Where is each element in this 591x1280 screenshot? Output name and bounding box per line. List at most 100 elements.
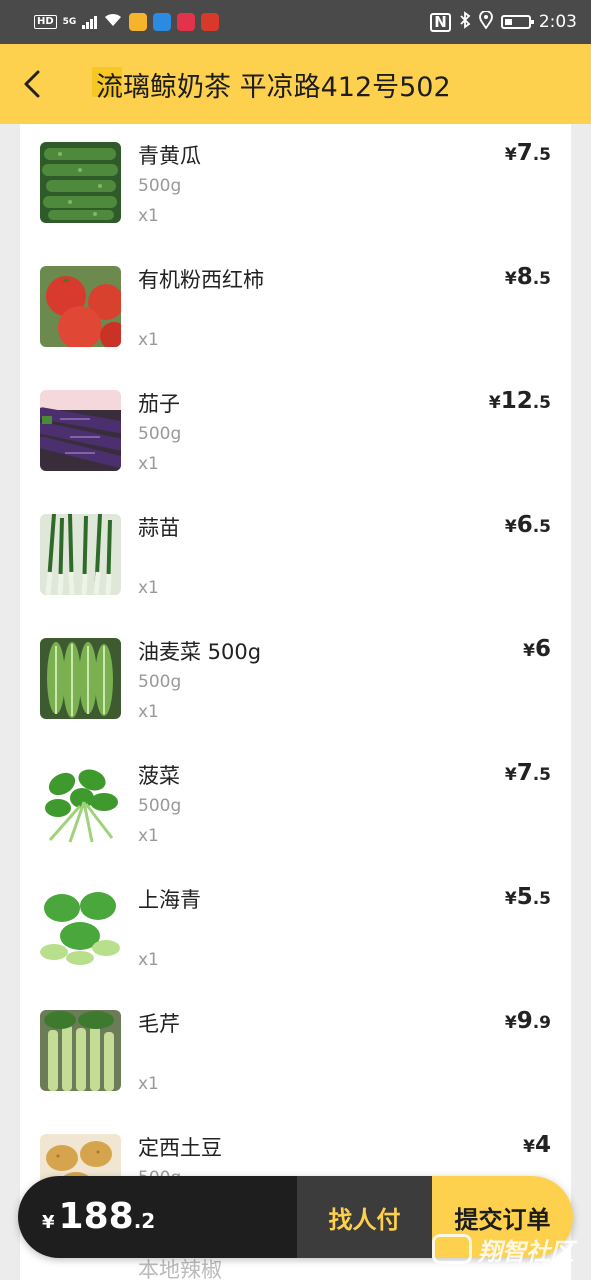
price-decimal: .9 [532, 1013, 551, 1033]
battery-icon [500, 15, 534, 29]
product-name: 油麦菜 500g [138, 640, 262, 664]
price-currency: ¥ [504, 269, 517, 289]
price-integer: 9 [516, 1008, 533, 1034]
watermark-logo-icon [432, 1234, 472, 1264]
price-decimal: .5 [532, 889, 551, 909]
total-currency: ¥ [42, 1212, 55, 1233]
price-integer: 7 [516, 140, 533, 166]
app-icon [153, 13, 172, 31]
product-quantity: x1 [138, 330, 159, 350]
page-title: 流 璃鲸奶茶 平凉路412号502 [92, 66, 451, 103]
price-integer: 6 [516, 512, 533, 538]
product-quantity: x1 [138, 1074, 159, 1094]
order-item[interactable]: 蒜苗 x1 ¥6.5 [20, 496, 571, 620]
product-name: 有机粉西红柿 [138, 268, 264, 292]
mail-icon [129, 13, 148, 31]
product-price: ¥9.9 [505, 1008, 551, 1034]
total-decimal: .2 [133, 1209, 156, 1233]
price-currency: ¥ [504, 889, 517, 909]
store-name: 璃鲸奶茶 平凉路412号502 [123, 71, 451, 103]
watermark: 翔智社区 IMBBS [432, 1226, 582, 1272]
product-image[interactable] [40, 638, 121, 719]
product-name: 茄子 [138, 392, 180, 416]
status-bar: HD 5G N 2:03 [0, 0, 591, 44]
order-item[interactable]: 毛芹 x1 ¥9.9 [20, 992, 571, 1116]
product-price: ¥7.5 [505, 760, 551, 786]
order-item[interactable]: 菠菜 500g x1 ¥7.5 [20, 744, 571, 868]
product-image[interactable] [40, 514, 121, 595]
product-name: 蒜苗 [138, 516, 180, 540]
product-image[interactable] [40, 1010, 121, 1091]
price-decimal: .5 [532, 765, 551, 785]
product-price: ¥12.5 [489, 388, 551, 414]
nfc-icon: N [430, 12, 451, 32]
product-image[interactable] [40, 886, 121, 967]
watermark-sub: IMBBS [514, 1262, 548, 1272]
price-currency: ¥ [504, 517, 517, 537]
price-currency: ¥ [523, 1137, 535, 1157]
back-button[interactable] [14, 64, 54, 104]
product-quantity: x1 [138, 578, 159, 598]
order-item[interactable]: 青黄瓜 500g x1 ¥7.5 [20, 124, 571, 248]
product-spec: 500g [138, 176, 182, 196]
price-currency: ¥ [488, 393, 501, 413]
product-price: ¥4 [523, 1132, 551, 1158]
clock: 2:03 [538, 12, 577, 32]
price-currency: ¥ [523, 641, 535, 661]
order-item[interactable]: 上海青 x1 ¥5.5 [20, 868, 571, 992]
signal-icon [82, 15, 98, 29]
wifi-icon [103, 12, 123, 33]
product-spec: 500g [138, 796, 182, 816]
price-integer: 12 [500, 388, 533, 414]
product-price: ¥5.5 [505, 884, 551, 910]
price-integer: 7 [516, 760, 533, 786]
product-price: ¥6.5 [505, 512, 551, 538]
product-price: ¥6 [523, 636, 551, 662]
product-quantity: x1 [138, 950, 159, 970]
price-currency: ¥ [504, 1013, 517, 1033]
total-integer: 188 [58, 1196, 134, 1237]
chevron-left-icon [24, 70, 40, 98]
product-image[interactable] [40, 762, 121, 843]
product-image[interactable] [40, 390, 121, 471]
product-price: ¥8.5 [505, 264, 551, 290]
price-integer: 5 [516, 884, 533, 910]
price-integer: 6 [534, 636, 551, 662]
product-quantity: x1 [138, 206, 159, 226]
header: 流 璃鲸奶茶 平凉路412号502 [0, 44, 591, 124]
product-name: 菠菜 [138, 764, 180, 788]
product-spec: 500g [138, 424, 182, 444]
product-quantity: x1 [138, 454, 159, 474]
hd-icon: HD [34, 15, 57, 29]
order-items-card: 青黄瓜 500g x1 ¥7.5 有机粉西红柿 x1 ¥8.5 茄子 500g x1 ¥12.5 蒜苗… [20, 124, 571, 1280]
product-spec: 500g [138, 672, 182, 692]
product-price: ¥7.5 [505, 140, 551, 166]
bluetooth-icon [459, 10, 471, 34]
product-name: 上海青 [138, 888, 201, 912]
order-item[interactable]: 有机粉西红柿 x1 ¥8.5 [20, 248, 571, 372]
price-integer: 8 [516, 264, 533, 290]
title-lead: 流 [96, 71, 123, 103]
network-type: 5G [62, 17, 77, 27]
price-decimal: .5 [532, 269, 551, 289]
calendar-app-icon [201, 13, 220, 31]
product-quantity: x1 [138, 826, 159, 846]
order-item[interactable]: 茄子 500g x1 ¥12.5 [20, 372, 571, 496]
price-currency: ¥ [504, 765, 517, 785]
product-image[interactable] [40, 142, 121, 223]
order-item[interactable]: 油麦菜 500g 500g x1 ¥6 [20, 620, 571, 744]
product-name: 青黄瓜 [138, 144, 201, 168]
product-quantity: x1 [138, 702, 159, 722]
book-app-icon [177, 13, 196, 31]
location-icon [478, 9, 493, 34]
price-integer: 4 [534, 1132, 551, 1158]
product-name: 毛芹 [138, 1012, 180, 1036]
order-total: ¥ 188 .2 [18, 1176, 297, 1258]
price-decimal: .5 [532, 517, 551, 537]
price-decimal: .5 [532, 393, 551, 413]
pay-for-me-button[interactable]: 找人付 [297, 1176, 432, 1258]
price-currency: ¥ [504, 145, 517, 165]
product-image[interactable] [40, 266, 121, 347]
product-name: 定西土豆 [138, 1136, 222, 1160]
price-decimal: .5 [532, 145, 551, 165]
